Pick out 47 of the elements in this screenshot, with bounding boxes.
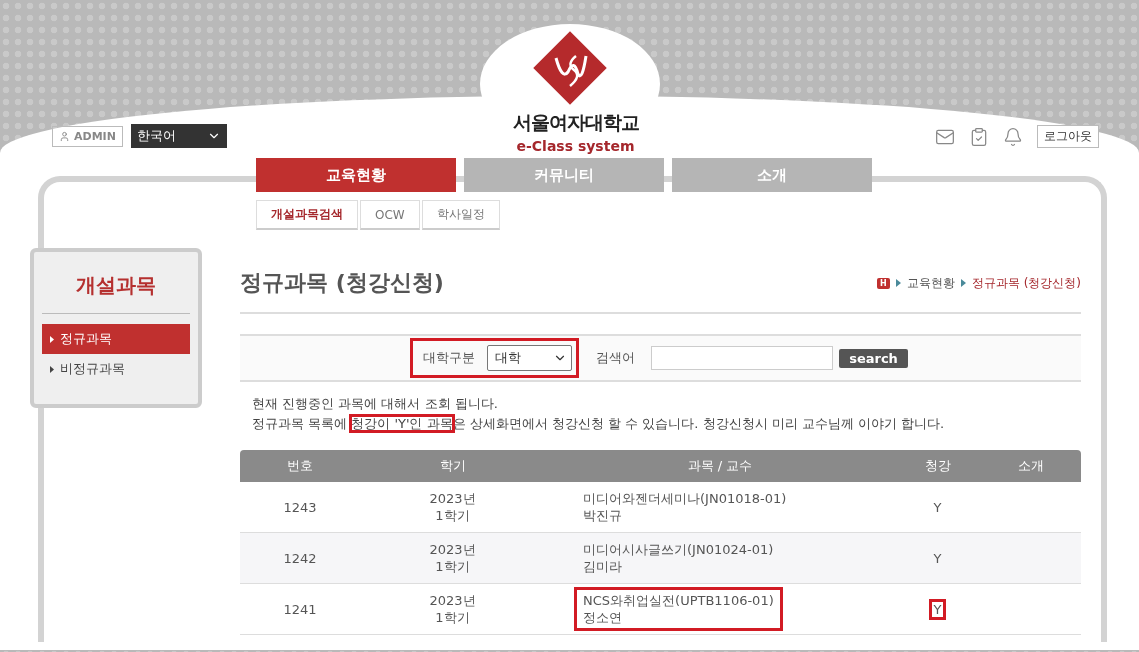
nav-tab[interactable]: 교육현황 xyxy=(256,158,456,192)
bell-icon[interactable] xyxy=(1003,126,1023,147)
page-title: 정규과목 (청강신청) xyxy=(240,269,444,297)
column-header: 번호 xyxy=(286,457,314,475)
table-cell-text: Y xyxy=(932,550,943,566)
column-header: 학기 xyxy=(438,457,467,475)
course-cell[interactable]: 미디어와젠더세미나(JN01018-01) 박진규 xyxy=(577,488,793,526)
search-label: 검색어 xyxy=(596,349,636,367)
course-cell[interactable]: NCS와취업실전(UPTB1106-01) 정소연 xyxy=(577,590,780,628)
user-badge[interactable]: ADMIN xyxy=(52,125,123,147)
breadcrumb-item[interactable]: 교육현황 xyxy=(906,274,955,292)
search-button[interactable]: search xyxy=(839,348,908,368)
notice-text: 현재 진행중인 과목에 대해서 조회 됩니다. xyxy=(252,395,499,413)
chevron-icon xyxy=(960,279,966,287)
sidebar-item[interactable]: 비정규과목 xyxy=(42,354,190,384)
clipboard-check-icon[interactable] xyxy=(969,126,989,147)
sub-tab[interactable]: 학사일정 xyxy=(421,200,500,230)
logout-button[interactable]: 로그아웃 xyxy=(1037,125,1099,148)
sidebar-title: 개설과목 xyxy=(42,260,190,314)
notice-text: 정규과목 목록에 청강이 'Y'인 과목 은 상세화면에서 청강신청 할 수 있습니다. 청강신청시 미리 교수님께 이야기 합니다. xyxy=(252,415,946,433)
table-cell-text: 2023년 1학기 xyxy=(428,541,477,575)
chevron-icon xyxy=(895,279,901,287)
column-header: 소개 xyxy=(1016,457,1045,475)
caret-icon xyxy=(50,366,54,373)
search-field[interactable] xyxy=(651,346,834,370)
caret-icon xyxy=(50,336,54,343)
table-cell-text: Y xyxy=(932,499,943,515)
breadcrumb-item[interactable]: 정규과목 (청강신청) xyxy=(971,274,1081,292)
category-select[interactable]: 대학 xyxy=(487,345,573,371)
table-cell-text: 1243 xyxy=(282,499,318,515)
school-name: 서울여자대학교 xyxy=(512,110,639,135)
table-cell-text: 1242 xyxy=(282,550,318,566)
column-header: 청강 xyxy=(923,457,952,475)
course-cell[interactable]: 미디어시사글쓰기(JN01024-01) 김미라 xyxy=(577,539,780,577)
table-cell-text: 1241 xyxy=(282,601,318,617)
sidebar-item[interactable]: 정규과목 xyxy=(42,324,190,354)
sub-tab[interactable]: 개설과목검색 xyxy=(256,200,358,230)
sub-tab[interactable]: OCW xyxy=(360,200,420,230)
category-label: 대학구분 xyxy=(423,349,476,367)
table-cell: Y xyxy=(931,601,944,617)
table-cell-text: 2023년 1학기 xyxy=(428,592,477,626)
language-select[interactable]: 한국어 xyxy=(130,124,227,148)
user-icon xyxy=(59,130,70,142)
column-header: 과목 / 교수 xyxy=(686,457,754,475)
system-name: e-Class system xyxy=(516,138,635,154)
home-link[interactable]: H xyxy=(877,277,890,289)
table-cell-text: 2023년 1학기 xyxy=(428,490,477,524)
